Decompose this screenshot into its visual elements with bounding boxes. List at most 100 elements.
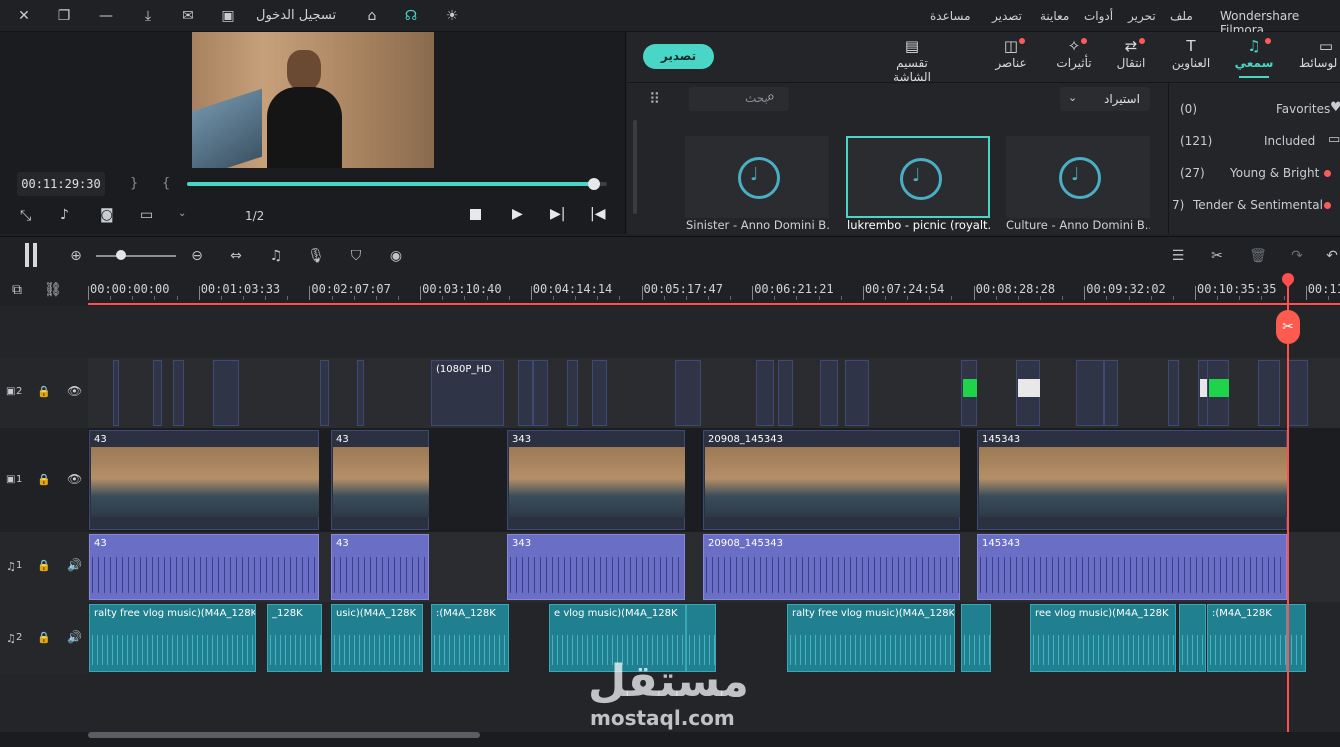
overlay-clip[interactable] bbox=[820, 360, 838, 426]
store-icon[interactable]: ⌂ bbox=[362, 6, 382, 26]
stop-button[interactable] bbox=[470, 209, 481, 220]
audio-clip[interactable]: 343 bbox=[507, 534, 685, 600]
category-young-bright[interactable]: (27) Young & Bright bbox=[1170, 158, 1340, 188]
audio-clip[interactable]: 145343 bbox=[977, 534, 1287, 600]
scrubber-handle[interactable] bbox=[588, 178, 601, 190]
zoom-slider-handle[interactable] bbox=[116, 250, 126, 260]
category-included[interactable]: (121) Included ▭ bbox=[1170, 126, 1340, 156]
microphone-icon[interactable]: 🎙 bbox=[306, 246, 326, 266]
music-clip[interactable] bbox=[961, 604, 991, 672]
mark-out-icon[interactable]: } bbox=[130, 176, 138, 191]
video-clip[interactable]: 43 bbox=[89, 430, 319, 530]
add-track-icon[interactable]: ⧉ bbox=[12, 282, 22, 298]
music-clip[interactable] bbox=[1179, 604, 1206, 672]
zoom-slider[interactable] bbox=[96, 255, 176, 257]
menu-help[interactable]: مساعدة bbox=[930, 9, 971, 23]
zoom-in-icon[interactable]: ⊕ bbox=[66, 246, 86, 266]
music-clip[interactable]: :(M4A_128K bbox=[1207, 604, 1287, 672]
audio-card[interactable]: ♩ bbox=[1006, 136, 1150, 218]
overlay-clip[interactable] bbox=[1076, 360, 1104, 426]
overlay-clip[interactable] bbox=[357, 360, 364, 426]
audio-card[interactable]: ♩ bbox=[685, 136, 829, 218]
overlay-clip[interactable] bbox=[1207, 360, 1229, 426]
tab-audio[interactable]: ♫ سمعي bbox=[1231, 36, 1277, 78]
display-icon[interactable]: ▭ bbox=[140, 207, 153, 223]
music-clip[interactable] bbox=[1288, 604, 1306, 672]
mail-icon[interactable]: ✉ bbox=[178, 6, 198, 26]
music-clip[interactable]: ralty free vlog music)(M4A_128K bbox=[89, 604, 256, 672]
adjust-icon[interactable]: ☰ bbox=[1168, 246, 1188, 266]
overlay-clip[interactable] bbox=[533, 360, 548, 426]
bulb-icon[interactable]: ☀ bbox=[442, 6, 462, 26]
overlay-clip[interactable] bbox=[756, 360, 774, 426]
tab-media[interactable]: ▭ لوسائط bbox=[1299, 36, 1340, 78]
import-dropdown[interactable]: ⌄ استيراد bbox=[1060, 87, 1150, 111]
lane-v2[interactable] bbox=[88, 358, 1340, 428]
eye-icon[interactable]: 👁 bbox=[67, 472, 82, 486]
menu-preview[interactable]: معاينة bbox=[1040, 9, 1069, 23]
preview-scrubber[interactable] bbox=[187, 178, 607, 190]
lock-icon[interactable]: 🔒 bbox=[37, 631, 51, 644]
play-button[interactable]: ▶ bbox=[512, 206, 523, 222]
link-icon[interactable]: ⛓ bbox=[44, 282, 62, 298]
tab-effects[interactable]: ✧ تأثيرات bbox=[1051, 36, 1097, 78]
prev-frame-button[interactable]: |◀ bbox=[590, 206, 605, 222]
overlay-clip[interactable] bbox=[1258, 360, 1280, 426]
marker-icon[interactable]: ⛉ bbox=[346, 246, 366, 266]
video-clip[interactable]: 343 bbox=[507, 430, 685, 530]
overlay-clip[interactable] bbox=[567, 360, 578, 426]
music-clip[interactable]: :(M4A_128K bbox=[431, 604, 509, 672]
lock-icon[interactable]: 🔒 bbox=[37, 473, 51, 486]
music-clip[interactable]: ralty free vlog music)(M4A_128K bbox=[787, 604, 955, 672]
video-clip[interactable]: 20908_145343 bbox=[703, 430, 960, 530]
quality-dropdown[interactable]: ⌄ bbox=[178, 208, 210, 226]
render-icon[interactable]: ◉ bbox=[386, 246, 406, 266]
audio-clip[interactable]: 43 bbox=[331, 534, 429, 600]
fit-timeline-icon[interactable]: ⇔ bbox=[226, 246, 246, 266]
overlay-clip[interactable] bbox=[592, 360, 607, 426]
music-clip[interactable]: _128K bbox=[267, 604, 322, 672]
timeline-scrollbar[interactable] bbox=[0, 732, 1340, 747]
category-favorites[interactable]: (0) Favorites ♥ bbox=[1170, 94, 1340, 124]
overlay-clip[interactable] bbox=[320, 360, 329, 426]
speaker-icon[interactable]: 🔊 bbox=[67, 630, 82, 644]
volume-icon[interactable]: ♪ bbox=[60, 207, 69, 223]
overlay-clip[interactable] bbox=[961, 360, 977, 426]
split-scissors-icon[interactable]: ✂ bbox=[1276, 310, 1300, 344]
fullscreen-icon[interactable]: ⤡ bbox=[20, 208, 31, 224]
grid-view-icon[interactable]: ⠿ bbox=[649, 90, 660, 108]
menu-file[interactable]: ملف bbox=[1170, 9, 1193, 23]
overlay-clip[interactable] bbox=[1168, 360, 1179, 426]
audio-card-selected[interactable]: ♩ bbox=[846, 136, 990, 218]
overlay-clip[interactable] bbox=[1016, 360, 1040, 426]
scrollbar-thumb[interactable] bbox=[88, 732, 480, 738]
restore-icon[interactable]: ❐ bbox=[54, 6, 74, 26]
overlay-clip[interactable] bbox=[845, 360, 869, 426]
overlay-clip[interactable]: (1080P_HD bbox=[431, 360, 504, 426]
lock-icon[interactable]: 🔒 bbox=[37, 559, 51, 572]
music-clip[interactable]: usic)(M4A_128K bbox=[331, 604, 423, 672]
scissors-icon[interactable]: ✂ bbox=[1207, 246, 1227, 266]
overlay-clip[interactable] bbox=[153, 360, 162, 426]
add-music-icon[interactable]: ♫ bbox=[266, 246, 286, 266]
search-input[interactable]: بحث ⌕ bbox=[689, 87, 789, 111]
delete-icon[interactable]: 🗑 bbox=[1248, 246, 1268, 266]
menu-export[interactable]: تصدير bbox=[992, 9, 1022, 23]
category-tender-sentimental[interactable]: 7) Tender & Sentimental bbox=[1170, 190, 1340, 220]
menu-tools[interactable]: أدوات bbox=[1084, 9, 1113, 23]
next-frame-button[interactable]: ▶| bbox=[550, 206, 565, 222]
panel-scrollbar[interactable] bbox=[633, 120, 637, 214]
mark-in-icon[interactable]: { bbox=[162, 176, 170, 191]
overlay-clip[interactable] bbox=[1288, 360, 1308, 426]
audio-clip[interactable]: 20908_145343 bbox=[703, 534, 960, 600]
undo-icon[interactable]: ↶ bbox=[1322, 246, 1340, 266]
video-clip[interactable]: 43 bbox=[331, 430, 429, 530]
tab-split-screen[interactable]: ▤ تقسيم الشاشة bbox=[877, 36, 947, 84]
eye-icon[interactable]: 👁 bbox=[67, 384, 82, 398]
overlay-clip[interactable] bbox=[675, 360, 701, 426]
close-icon[interactable]: ✕ bbox=[14, 6, 34, 26]
overlay-clip[interactable] bbox=[1104, 360, 1118, 426]
overlay-clip[interactable] bbox=[778, 360, 793, 426]
tab-titles[interactable]: T العناوين bbox=[1167, 36, 1215, 78]
minimize-icon[interactable]: — bbox=[96, 6, 116, 26]
